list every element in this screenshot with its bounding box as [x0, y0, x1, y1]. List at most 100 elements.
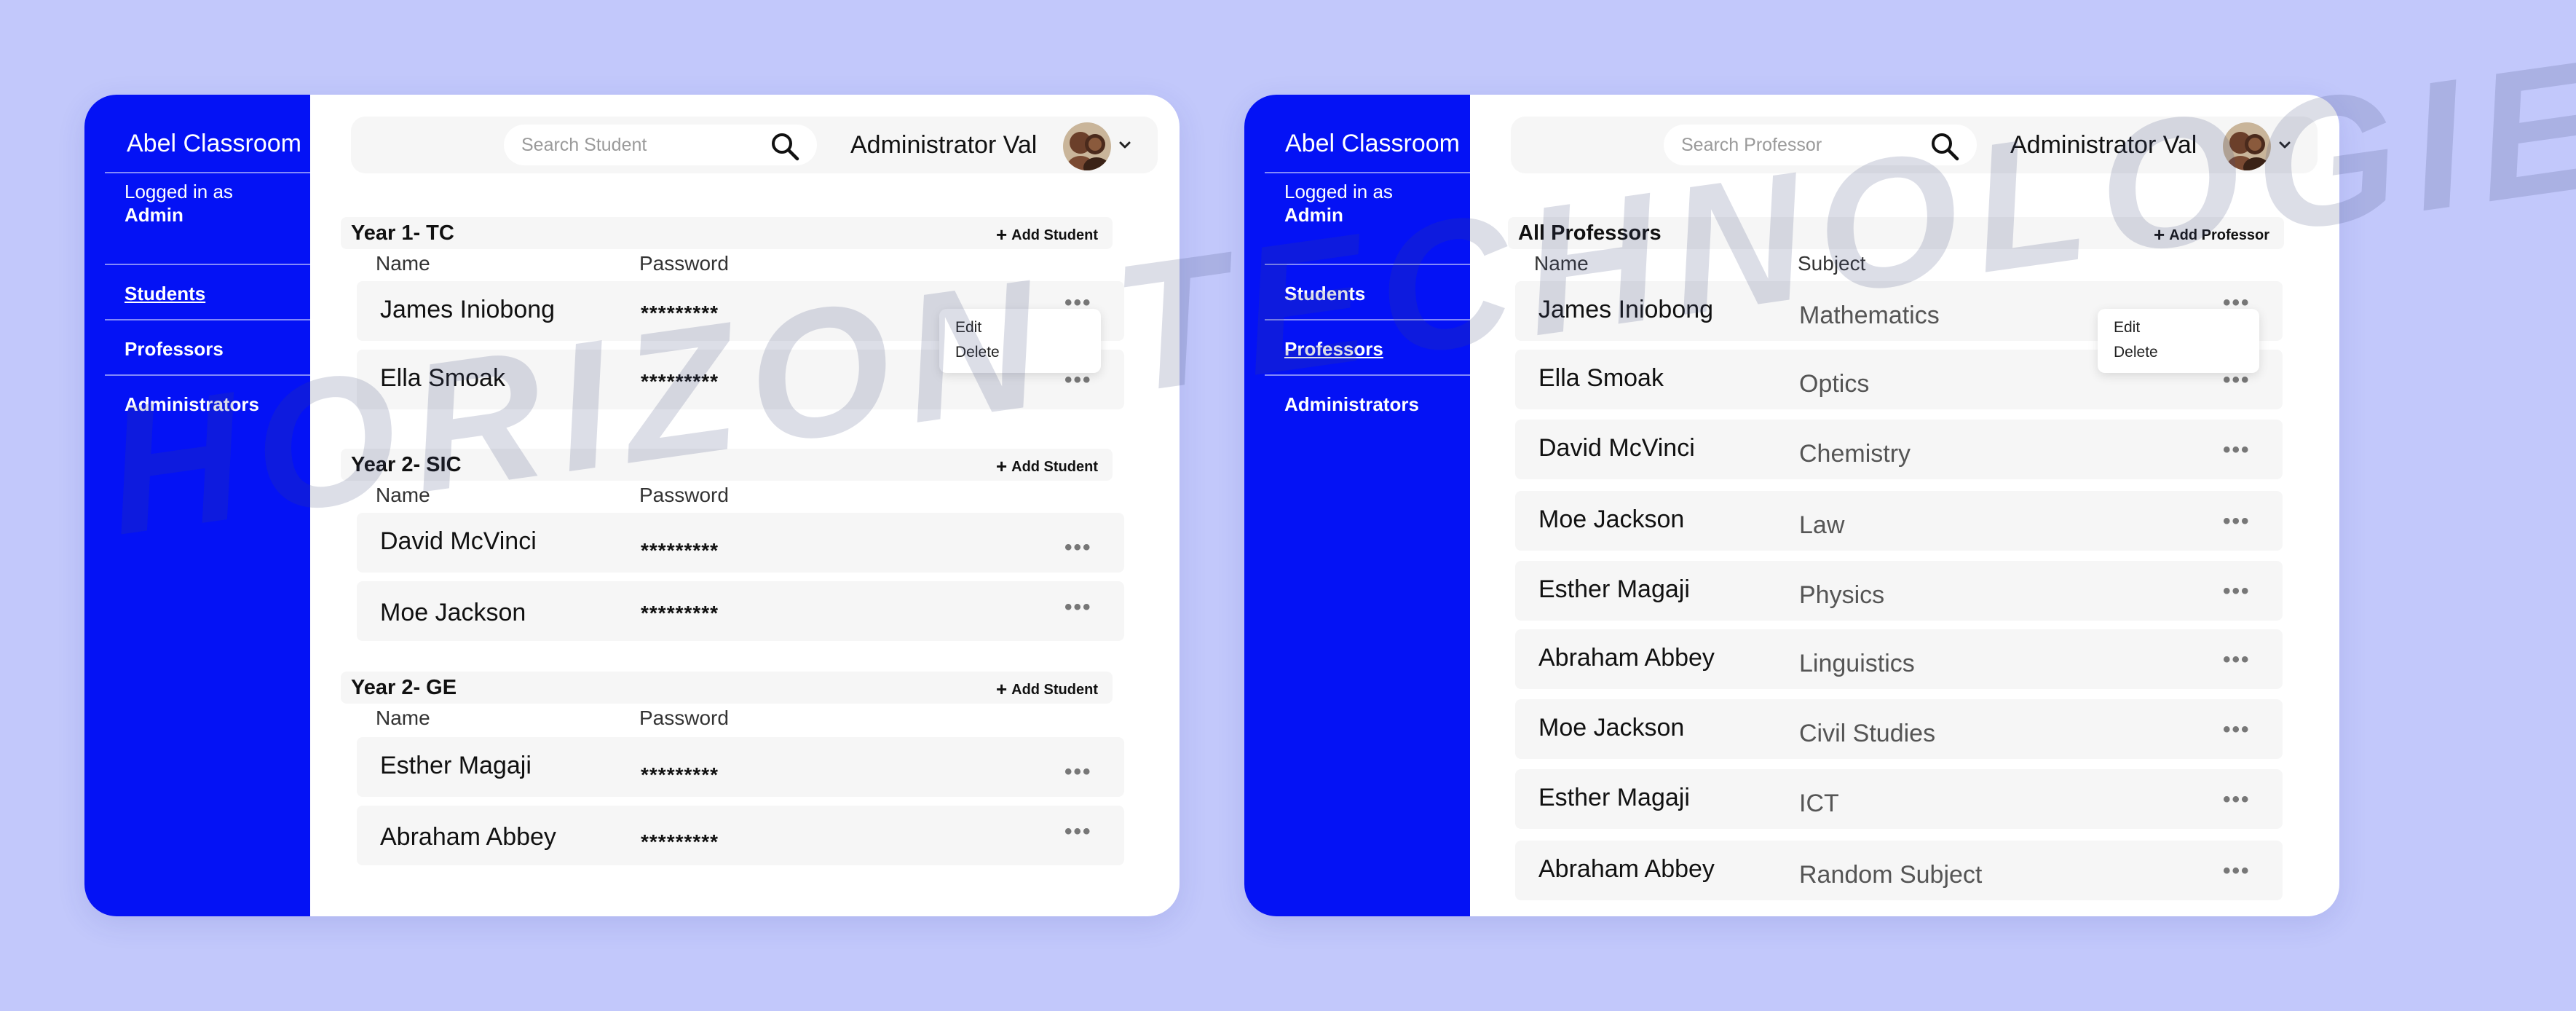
professor-subject: Random Subject	[1799, 861, 1983, 889]
add-student-label: Add Student	[1011, 682, 1098, 698]
professor-name: James Iniobong	[1538, 296, 1714, 323]
section-title: Year 2- SIC	[351, 453, 462, 476]
avatar[interactable]	[2223, 122, 2271, 170]
edit-menu-item[interactable]: Edit	[2114, 319, 2140, 337]
section-header: Year 2- GE + Add Student	[341, 672, 1113, 704]
search-icon[interactable]	[769, 130, 801, 162]
student-name: David McVinci	[380, 527, 537, 555]
divider	[105, 172, 310, 173]
more-options-icon[interactable]: •••	[2223, 439, 2252, 461]
professor-name: Moe Jackson	[1538, 505, 1685, 533]
row-context-menu: Edit Delete	[2098, 309, 2259, 373]
table-row: David McVinci ********* •••	[357, 513, 1124, 573]
student-password: *********	[641, 302, 719, 324]
section-title: Year 2- GE	[351, 676, 457, 699]
column-header-name: Name	[376, 707, 430, 729]
more-options-icon[interactable]: •••	[1064, 821, 1094, 843]
divider	[105, 374, 310, 376]
table-row: Abraham Abbey Random Subject •••	[1515, 841, 2283, 900]
section-header: All Professors + Add Professor	[1508, 217, 2284, 249]
more-options-icon[interactable]: •••	[2223, 581, 2252, 602]
professor-subject: Mathematics	[1799, 302, 1940, 329]
student-name: Abraham Abbey	[380, 823, 556, 851]
add-student-button[interactable]: + Add Student	[996, 224, 1098, 246]
more-options-icon[interactable]: •••	[1064, 597, 1094, 618]
logged-in-role: Admin	[125, 204, 183, 226]
more-options-icon[interactable]: •••	[2223, 789, 2252, 811]
sidebar-item-professors[interactable]: Professors	[1284, 338, 1383, 361]
table-row: Moe Jackson Law •••	[1515, 491, 2283, 551]
divider	[105, 319, 310, 320]
chevron-down-icon[interactable]	[1117, 137, 1133, 153]
table-row: Esther Magaji ********* •••	[357, 737, 1124, 797]
more-options-icon[interactable]: •••	[1064, 537, 1094, 559]
search-input[interactable]	[521, 133, 754, 157]
more-options-icon[interactable]: •••	[2223, 719, 2252, 741]
add-student-label: Add Student	[1011, 459, 1098, 475]
divider	[1265, 374, 1470, 376]
add-professor-button[interactable]: + Add Professor	[2154, 224, 2269, 246]
sidebar-item-professors[interactable]: Professors	[125, 338, 224, 361]
section-header: Year 2- SIC + Add Student	[341, 449, 1113, 481]
delete-menu-item[interactable]: Delete	[955, 344, 1000, 361]
table-row: Abraham Abbey Linguistics •••	[1515, 629, 2283, 689]
professor-subject: Optics	[1799, 370, 1870, 398]
sidebar-item-administrators[interactable]: Administrators	[1284, 393, 1419, 416]
student-password: *********	[641, 602, 719, 624]
add-student-button[interactable]: + Add Student	[996, 678, 1098, 701]
column-header-name: Name	[376, 252, 430, 275]
table-row: Moe Jackson Civil Studies •••	[1515, 699, 2283, 759]
plus-icon: +	[2154, 224, 2165, 245]
top-bar: Administrator Val	[351, 117, 1158, 173]
search-input[interactable]	[1681, 133, 1914, 157]
more-options-icon[interactable]: •••	[2223, 649, 2252, 671]
column-header-subject: Subject	[1798, 252, 1866, 275]
section-title: Year 1- TC	[351, 221, 454, 245]
logged-in-label: Logged in as	[1284, 181, 1393, 202]
avatar[interactable]	[1063, 122, 1111, 170]
plus-icon: +	[995, 224, 1008, 245]
logged-in-role: Admin	[1284, 204, 1343, 226]
sidebar-item-students[interactable]: Students	[1284, 283, 1365, 305]
chevron-down-icon[interactable]	[2277, 137, 2293, 153]
professor-subject: Law	[1799, 511, 1845, 539]
brand-title: Abel Classroom	[1285, 130, 1460, 157]
student-name: Moe Jackson	[380, 599, 526, 626]
student-name: James Iniobong	[380, 296, 556, 323]
professor-subject: Chemistry	[1799, 440, 1911, 468]
student-name: Ella Smoak	[380, 364, 505, 392]
sidebar: Abel Classroom Logged in as Admin Studen…	[84, 95, 310, 916]
professor-name: Abraham Abbey	[1538, 644, 1715, 672]
sidebar-item-students[interactable]: Students	[125, 283, 205, 305]
column-header-name: Name	[1534, 252, 1589, 275]
table-row: Moe Jackson ********* •••	[357, 581, 1124, 641]
divider	[105, 264, 310, 265]
logged-in-label: Logged in as	[125, 181, 233, 202]
more-options-icon[interactable]: •••	[2223, 369, 2252, 391]
add-student-button[interactable]: + Add Student	[996, 455, 1098, 478]
delete-menu-item[interactable]: Delete	[2114, 344, 2158, 361]
professor-name: Abraham Abbey	[1538, 855, 1715, 883]
student-password: *********	[641, 539, 719, 562]
search-bar	[504, 125, 817, 165]
more-options-icon[interactable]: •••	[1064, 369, 1094, 391]
professor-name: Esther Magaji	[1538, 575, 1690, 603]
student-name: Esther Magaji	[380, 752, 532, 779]
student-password: *********	[641, 763, 719, 786]
admin-name[interactable]: Administrator Val	[2010, 131, 2197, 160]
admin-name[interactable]: Administrator Val	[850, 131, 1037, 160]
professor-subject: Civil Studies	[1799, 720, 1936, 747]
edit-menu-item[interactable]: Edit	[955, 319, 981, 337]
professor-name: Moe Jackson	[1538, 714, 1685, 741]
search-icon[interactable]	[1929, 130, 1961, 162]
professor-name: Esther Magaji	[1538, 784, 1690, 811]
table-row: Esther Magaji Physics •••	[1515, 561, 2283, 621]
more-options-icon[interactable]: •••	[1064, 761, 1094, 783]
more-options-icon[interactable]: •••	[2223, 860, 2252, 882]
professor-name: David McVinci	[1538, 434, 1695, 462]
more-options-icon[interactable]: •••	[2223, 511, 2252, 532]
professor-name: Ella Smoak	[1538, 364, 1664, 392]
sidebar-item-administrators[interactable]: Administrators	[125, 393, 259, 416]
student-password: *********	[641, 830, 719, 853]
table-row: Abraham Abbey ********* •••	[357, 806, 1124, 865]
